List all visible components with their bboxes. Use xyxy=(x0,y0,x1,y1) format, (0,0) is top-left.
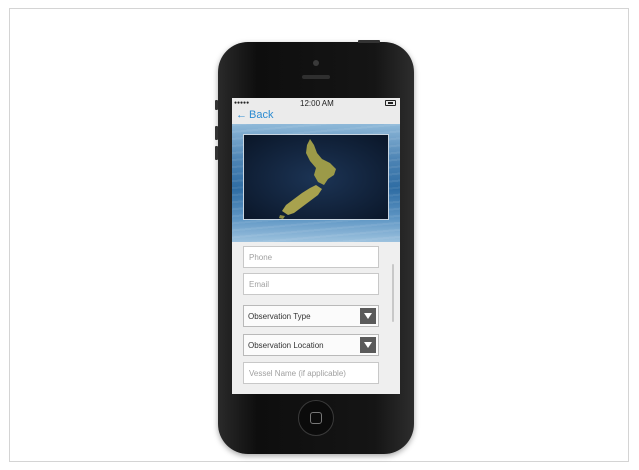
phone-field[interactable]: Phone xyxy=(243,246,379,268)
hero-banner xyxy=(232,124,400,242)
volume-up-button xyxy=(215,126,218,140)
back-button[interactable]: ← Back xyxy=(236,109,273,121)
signal-strength-icon: ●●●●● xyxy=(234,100,250,106)
observation-form: Phone Email Observation Type Observation… xyxy=(232,242,400,394)
power-button xyxy=(358,40,380,43)
phone-screen: ●●●●● 12:00 AM ← Back Phone Email Observ… xyxy=(232,98,400,394)
email-field[interactable]: Email xyxy=(243,273,379,295)
vessel-name-field[interactable]: Vessel Name (if applicable) xyxy=(243,362,379,384)
observation-location-label: Observation Location xyxy=(248,341,324,350)
mute-switch xyxy=(215,100,218,110)
observation-type-label: Observation Type xyxy=(248,312,311,321)
map-of-new-zealand xyxy=(243,134,389,220)
observation-type-select[interactable]: Observation Type xyxy=(243,305,379,327)
phone-mockup: ●●●●● 12:00 AM ← Back Phone Email Observ… xyxy=(215,40,414,454)
home-icon xyxy=(310,412,322,424)
dropdown-arrow-icon[interactable] xyxy=(360,308,376,324)
front-camera xyxy=(313,60,319,66)
dropdown-arrow-icon[interactable] xyxy=(360,337,376,353)
scrollbar[interactable] xyxy=(392,264,394,322)
home-button[interactable] xyxy=(298,400,334,436)
earpiece-speaker xyxy=(302,75,330,79)
battery-icon xyxy=(385,100,396,106)
observation-location-select[interactable]: Observation Location xyxy=(243,334,379,356)
back-label: Back xyxy=(249,109,274,121)
volume-down-button xyxy=(215,146,218,160)
status-time: 12:00 AM xyxy=(300,99,334,108)
back-arrow-icon: ← xyxy=(236,109,247,121)
